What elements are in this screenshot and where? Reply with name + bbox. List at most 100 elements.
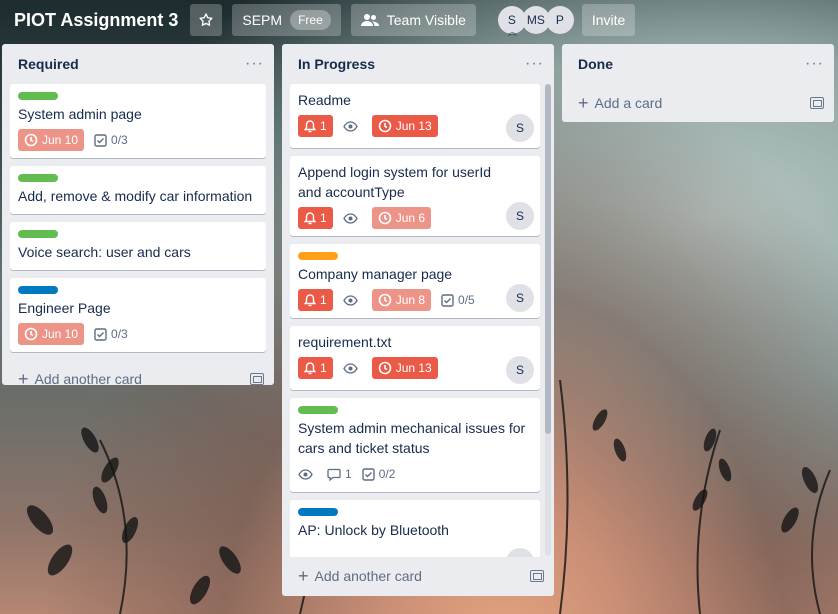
card-member-avatar[interactable]: S [506, 202, 534, 230]
visibility-label: Team Visible [386, 12, 466, 28]
invite-button[interactable]: Invite [581, 4, 636, 36]
bell-icon [304, 293, 316, 306]
visibility-button[interactable]: Team Visible [350, 4, 476, 36]
card-template-icon[interactable] [250, 373, 264, 385]
card[interactable]: Append login system for userId and accou… [290, 156, 540, 236]
board-header: PIOT Assignment 3 SEPM Free Team Visible… [0, 0, 838, 40]
add-card-label: Add another card [34, 371, 142, 387]
card-label[interactable] [298, 508, 338, 516]
due-date-badge[interactable]: Jun 10 [18, 129, 85, 151]
eye-icon [342, 212, 358, 224]
add-card-label: Add another card [314, 568, 422, 584]
list-done: Done ··· + Add a card [562, 44, 834, 122]
card-label[interactable] [18, 92, 58, 100]
bell-icon [304, 119, 316, 132]
card-title: System admin mechanical issues for cars … [298, 420, 526, 456]
list-menu-icon[interactable]: ··· [805, 55, 824, 73]
card-title: requirement.txt [298, 334, 392, 350]
list-title[interactable]: Done [578, 56, 613, 72]
list-title[interactable]: In Progress [298, 56, 375, 72]
eye-icon [342, 120, 358, 132]
card-template-icon[interactable] [810, 97, 824, 109]
card-title: Add, remove & modify car information [18, 188, 253, 204]
board-title[interactable]: PIOT Assignment 3 [14, 10, 178, 31]
eye-icon [342, 362, 358, 374]
card[interactable]: System admin page Jun 10 0/3 [10, 84, 266, 158]
clock-icon [378, 119, 391, 133]
card-label[interactable] [18, 286, 58, 294]
card-member-avatar[interactable]: S [506, 114, 534, 142]
notification-badge: 1 [298, 115, 333, 137]
star-button[interactable] [190, 4, 223, 36]
plus-icon: + [18, 369, 29, 389]
comments-badge: 1 [327, 463, 352, 485]
due-date-badge[interactable]: Jun 13 [371, 357, 438, 379]
add-card-button[interactable]: + Add another card [2, 360, 274, 398]
list-title[interactable]: Required [18, 56, 79, 72]
notification-badge: 1 [298, 357, 333, 379]
list-menu-icon[interactable]: ··· [245, 55, 264, 73]
list-required: Required ··· System admin page Jun 10 0/… [2, 44, 274, 388]
checkbox-icon [94, 327, 107, 341]
card-template-icon[interactable] [530, 570, 544, 582]
card[interactable]: Add, remove & modify car information [10, 166, 266, 214]
notification-badge: 1 [298, 207, 333, 229]
checklist-badge: 0/2 [361, 463, 395, 485]
card-title: System admin page [18, 106, 142, 122]
comment-icon [327, 468, 341, 481]
chevron-icon: ︽ [507, 27, 517, 37]
watch-badge [342, 115, 362, 137]
add-card-label: Add a card [594, 95, 663, 111]
checklist-badge: 0/3 [94, 323, 128, 345]
notification-badge: 1 [298, 289, 333, 311]
plan-badge: Free [290, 10, 331, 30]
due-date-badge[interactable]: Jun 8 [371, 289, 432, 311]
star-icon [199, 13, 213, 26]
due-date-badge[interactable]: Jun 6 [371, 207, 432, 229]
clock-icon [378, 211, 391, 225]
add-card-button[interactable]: + Add another card [282, 557, 554, 595]
watch-badge [342, 289, 362, 311]
card-member-avatar[interactable]: S [506, 284, 534, 312]
card-label[interactable] [298, 252, 338, 260]
card-label[interactable] [18, 174, 58, 182]
board-members: S ︽ MS P [497, 6, 574, 37]
eye-icon [342, 294, 358, 306]
list-header: Done ··· [562, 44, 834, 84]
card-label[interactable] [18, 230, 58, 238]
card-title: Append login system for userId and accou… [298, 164, 491, 200]
card-title: Voice search: user and cars [18, 244, 191, 260]
workspace-button[interactable]: SEPM Free [232, 4, 341, 36]
card-member-avatar[interactable]: S [506, 356, 534, 384]
list-menu-icon[interactable]: ··· [525, 55, 544, 73]
watch-badge [342, 207, 362, 229]
card[interactable]: Engineer Page Jun 10 0/3 [10, 278, 266, 352]
card[interactable]: Voice search: user and cars [10, 222, 266, 270]
due-date-badge[interactable]: Jun 13 [371, 115, 438, 137]
due-date-badge[interactable]: Jun 10 [18, 323, 85, 345]
card[interactable]: Company manager page 1 Jun 8 0/5 S [290, 244, 540, 318]
plus-icon: + [578, 93, 589, 113]
checkbox-icon [94, 133, 107, 147]
watch-badge [298, 463, 317, 485]
card-member-avatar[interactable]: MS [506, 548, 534, 557]
card[interactable]: AP: Unlock by Bluetooth MS [290, 500, 540, 557]
checkbox-icon [361, 467, 375, 481]
add-card-button[interactable]: + Add a card [562, 84, 834, 122]
clock-icon [378, 293, 391, 307]
card-title: Engineer Page [18, 300, 111, 316]
clock-icon [378, 361, 391, 375]
watch-badge [342, 357, 362, 379]
list-header: In Progress ··· [282, 44, 554, 84]
clock-icon [24, 327, 38, 341]
card[interactable]: System admin mechanical issues for cars … [290, 398, 540, 492]
member-avatar[interactable]: P [545, 6, 574, 34]
card-title: Company manager page [298, 266, 453, 282]
checklist-badge: 0/5 [441, 289, 475, 311]
bell-icon [304, 361, 316, 374]
team-icon [360, 14, 379, 26]
card-label[interactable] [298, 406, 338, 414]
card[interactable]: Readme 1 Jun 13 S [290, 84, 540, 148]
card[interactable]: requirement.txt 1 Jun 13 S [290, 326, 540, 390]
list-header: Required ··· [2, 44, 274, 84]
